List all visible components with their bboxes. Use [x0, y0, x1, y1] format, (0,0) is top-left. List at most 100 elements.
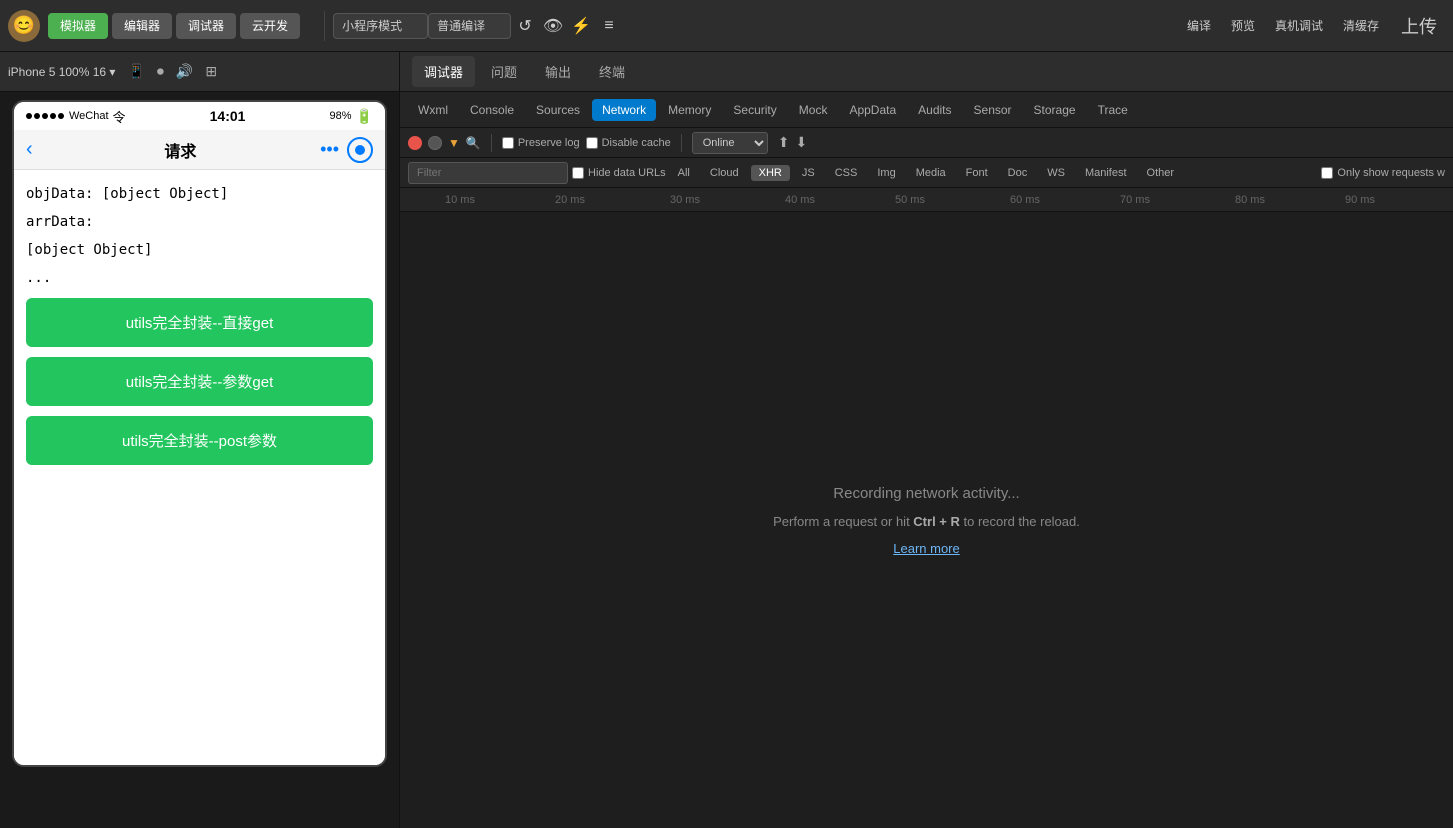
- nav-back-btn[interactable]: ‹: [26, 138, 33, 161]
- warning-icon[interactable]: ⚡: [567, 12, 595, 40]
- filter-tab-all[interactable]: All: [670, 165, 698, 181]
- device-text-2: arrData:: [26, 214, 373, 230]
- nav-record-inner: [355, 145, 365, 155]
- device-time: 14:01: [210, 108, 246, 124]
- subtab-security[interactable]: Security: [723, 99, 786, 121]
- tick-40ms: 40 ms: [785, 194, 815, 206]
- real-device-btn[interactable]: 真机调试: [1269, 15, 1329, 36]
- upload-traffic-icon[interactable]: ⬆: [778, 134, 790, 151]
- tick-70ms: 70 ms: [1120, 194, 1150, 206]
- eye-icon[interactable]: 👁: [539, 12, 567, 40]
- preserve-log-label[interactable]: Preserve log: [502, 137, 580, 149]
- learn-more-link[interactable]: Learn more: [893, 541, 959, 556]
- carrier-label: WeChat: [69, 110, 109, 122]
- device-status-bar: WeChat 令 14:01 98% 🔋: [14, 102, 385, 130]
- upload-btn[interactable]: 上传: [1393, 13, 1445, 39]
- audio-icon[interactable]: 🔊: [176, 63, 193, 80]
- debugger-btn[interactable]: 调试器: [176, 13, 236, 39]
- device-text-3: [object Object]: [26, 242, 373, 258]
- subtab-trace[interactable]: Trace: [1088, 99, 1138, 121]
- filter-tab-doc[interactable]: Doc: [1000, 165, 1036, 181]
- network-empty-state: Recording network activity... Perform a …: [400, 212, 1453, 828]
- download-traffic-icon[interactable]: ⬇: [795, 134, 807, 151]
- devtools-top-tabs: 调试器 问题 输出 终端: [400, 52, 1453, 92]
- tab-debugger[interactable]: 调试器: [412, 56, 475, 87]
- subtab-appdata[interactable]: AppData: [839, 99, 906, 121]
- signal-dot-3: [42, 113, 48, 119]
- mini-program-mode-select[interactable]: 小程序模式: [333, 13, 428, 39]
- only-show-checkbox-label[interactable]: Only show requests w: [1321, 167, 1445, 179]
- signal-dot-1: [26, 113, 32, 119]
- battery-pct: 98%: [330, 110, 352, 122]
- devtools-sub-tabs: Wxml Console Sources Network Memory Secu…: [400, 92, 1453, 128]
- filter-icon[interactable]: ▼: [448, 136, 460, 150]
- stop-btn[interactable]: [428, 136, 442, 150]
- device-text-1: objData: [object Object]: [26, 186, 373, 202]
- nav-title: 请求: [41, 138, 320, 162]
- subtab-sources[interactable]: Sources: [526, 99, 590, 121]
- preserve-log-checkbox[interactable]: [502, 137, 514, 149]
- subtab-audits[interactable]: Audits: [908, 99, 961, 121]
- online-select[interactable]: Online: [692, 132, 768, 154]
- disable-cache-label[interactable]: Disable cache: [586, 137, 671, 149]
- nav-more-btn[interactable]: •••: [320, 139, 339, 160]
- preview-btn[interactable]: 预览: [1225, 15, 1261, 36]
- device-btn-3[interactable]: utils完全封装--post参数: [26, 416, 373, 465]
- tick-10ms: 10 ms: [445, 194, 475, 206]
- filter-tab-css[interactable]: CSS: [827, 165, 866, 181]
- filter-tab-other[interactable]: Other: [1139, 165, 1183, 181]
- filter-tab-font[interactable]: Font: [958, 165, 996, 181]
- perform-text-2: to record the reload.: [964, 514, 1080, 529]
- nav-record-btn[interactable]: [347, 137, 373, 163]
- layers-icon[interactable]: ≡: [595, 12, 623, 40]
- editor-btn[interactable]: 编辑器: [112, 13, 172, 39]
- subtab-network[interactable]: Network: [592, 99, 656, 121]
- hide-data-urls-label[interactable]: Hide data URLs: [572, 167, 666, 179]
- filter-tab-img[interactable]: Img: [869, 165, 903, 181]
- signal-dot-4: [50, 113, 56, 119]
- device-btn-2[interactable]: utils完全封装--参数get: [26, 357, 373, 406]
- phone-icon[interactable]: 📱: [127, 63, 144, 80]
- filter-tab-js[interactable]: JS: [794, 165, 823, 181]
- device-info-label[interactable]: iPhone 5 100% 16 ▾: [8, 65, 115, 79]
- device-btn-1[interactable]: utils完全封装--直接get: [26, 298, 373, 347]
- compile-btn[interactable]: 编译: [1181, 15, 1217, 36]
- separator-net-2: [681, 134, 682, 152]
- refresh-icon[interactable]: ↺: [511, 12, 539, 40]
- device-text-4: ...: [26, 270, 373, 286]
- translation-mode-select[interactable]: 普通编译: [428, 13, 511, 39]
- timeline-header: 10 ms 20 ms 30 ms 40 ms 50 ms 60 ms 70 m…: [400, 188, 1453, 212]
- filter-input[interactable]: [408, 162, 568, 184]
- device: WeChat 令 14:01 98% 🔋 ‹ 请求 •••: [12, 100, 387, 767]
- record-icon[interactable]: ⏺: [157, 63, 164, 80]
- simulator-btn[interactable]: 模拟器: [48, 13, 108, 39]
- filter-tab-manifest[interactable]: Manifest: [1077, 165, 1135, 181]
- device-frame: WeChat 令 14:01 98% 🔋 ‹ 请求 •••: [0, 92, 399, 828]
- subtab-console[interactable]: Console: [460, 99, 524, 121]
- subtab-storage[interactable]: Storage: [1024, 99, 1086, 121]
- device-nav-bar: ‹ 请求 •••: [14, 130, 385, 170]
- tab-output[interactable]: 输出: [533, 56, 583, 87]
- disable-cache-checkbox[interactable]: [586, 137, 598, 149]
- toolbar-right-actions: 编译 预览 真机调试 清缓存 上传: [1181, 13, 1445, 39]
- filter-tab-xhr[interactable]: XHR: [751, 165, 790, 181]
- subtab-wxml[interactable]: Wxml: [408, 99, 458, 121]
- filter-tab-ws[interactable]: WS: [1039, 165, 1073, 181]
- only-show-checkbox[interactable]: [1321, 167, 1333, 179]
- status-right: 98% 🔋: [330, 108, 373, 125]
- hide-data-urls-checkbox[interactable]: [572, 167, 584, 179]
- filter-tab-cloud[interactable]: Cloud: [702, 165, 747, 181]
- subtab-memory[interactable]: Memory: [658, 99, 721, 121]
- expand-icon[interactable]: ⊞: [205, 63, 217, 80]
- subtab-mock[interactable]: Mock: [789, 99, 838, 121]
- search-icon[interactable]: 🔍: [466, 136, 481, 150]
- tick-20ms: 20 ms: [555, 194, 585, 206]
- clear-cache-btn[interactable]: 清缓存: [1337, 15, 1385, 36]
- cloud-btn[interactable]: 云开发: [240, 13, 300, 39]
- main-area: iPhone 5 100% 16 ▾ 📱 ⏺ 🔊 ⊞ WeChat 令: [0, 52, 1453, 828]
- filter-tab-media[interactable]: Media: [908, 165, 954, 181]
- record-btn[interactable]: [408, 136, 422, 150]
- tab-terminal[interactable]: 终端: [587, 56, 637, 87]
- tab-issue[interactable]: 问题: [479, 56, 529, 87]
- subtab-sensor[interactable]: Sensor: [964, 99, 1022, 121]
